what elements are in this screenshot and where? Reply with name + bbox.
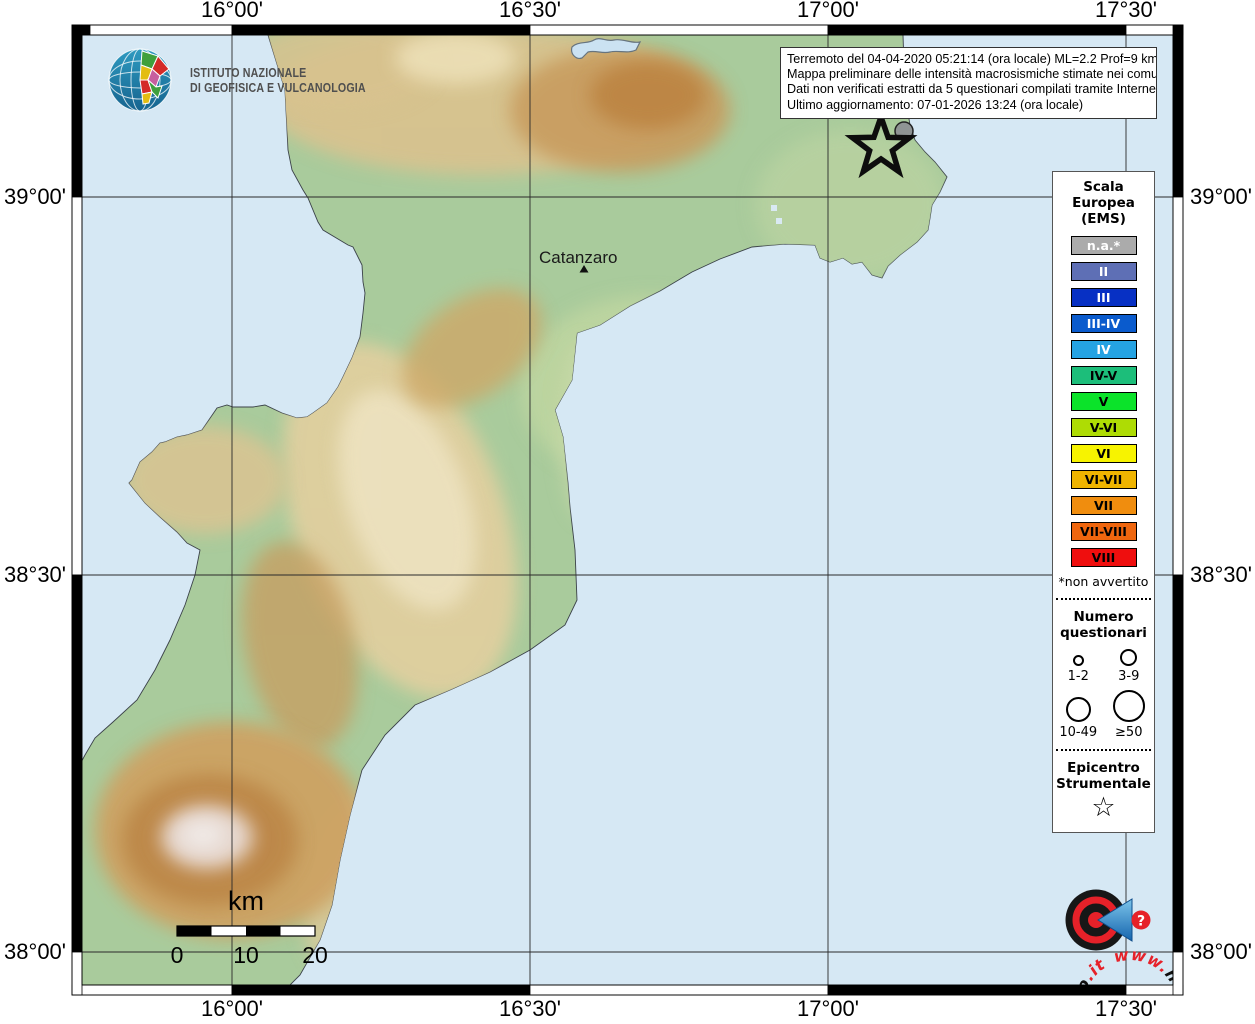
lon-bottom-4: 17°30' [1095, 996, 1157, 1021]
legend-title-1: Scala [1083, 179, 1124, 195]
size-key-50plus: ≥50 [1104, 690, 1155, 740]
legend-title-3: (EMS) [1081, 211, 1126, 227]
info-line-map: Mappa preliminare delle intensità macros… [787, 67, 1157, 82]
legend-panel: Scala Europea (EMS) n.a.* II III III-IV IV IV… [1052, 171, 1155, 833]
lon-top-2: 16°30' [499, 0, 561, 22]
ems-chip-iii: III [1070, 288, 1137, 307]
ems-chip-vi-vii: VI-VII [1070, 470, 1137, 489]
divider [1056, 598, 1151, 600]
circle-icon-xlarge [1112, 690, 1145, 722]
ems-chip-v: V [1070, 392, 1137, 411]
ingv-line1: ISTITUTO NAZIONALE [190, 65, 307, 80]
scale-tick-10: 10 [233, 942, 259, 968]
ems-chip-ii: II [1070, 262, 1137, 281]
size-key-1-2: 1-2 [1053, 655, 1104, 684]
ems-chip-n-a-: n.a.* [1070, 236, 1137, 255]
info-line-data: Dati non verificati estratti da 5 questi… [787, 82, 1157, 97]
ems-chip-vii: VII [1070, 496, 1137, 515]
ems-chip-iv: IV [1070, 340, 1137, 359]
lon-bottom-1: 16°00' [201, 996, 263, 1021]
scale-tick-20: 20 [302, 942, 328, 968]
lon-top-4: 17°30' [1095, 0, 1157, 22]
lat-right-1: 39°00' [1190, 184, 1252, 209]
circle-icon-small [1072, 655, 1084, 666]
lon-top-1: 16°00' [201, 0, 263, 22]
lat-left-3: 38°00' [4, 939, 66, 964]
ingv-wordmark: ISTITUTO NAZIONALE DI GEOFISICA E VULCAN… [190, 65, 366, 95]
small-reservoir [776, 218, 782, 224]
ems-chip-viii: VIII [1070, 548, 1137, 567]
ems-chip-vii-viii: VII-VIII [1070, 522, 1137, 541]
epicenter-title-1: Epicentro [1067, 760, 1140, 776]
ingv-macroseismic-map-page: Catanzaro km 0 10 20 ? www.h ise mo .it … [0, 0, 1255, 1024]
circle-icon-medium [1120, 649, 1138, 666]
questionnaires-title-1: Numero [1073, 609, 1134, 625]
lat-left-2: 38°30' [4, 562, 66, 587]
lat-right-2: 38°30' [1190, 562, 1252, 587]
ingv-line2: DI GEOFISICA E VULCANOLOGIA [190, 80, 366, 95]
ems-scale-list: n.a.* II III III-IV IV IV-V V V-VI VI VI-VII VII VI… [1053, 236, 1154, 567]
legend-footnote: *non avvertito [1058, 574, 1149, 589]
lat-left-1: 39°00' [4, 184, 66, 209]
circle-icon-large [1065, 697, 1091, 722]
ingv-logo: ISTITUTO NAZIONALE DI GEOFISICA E VULCAN… [102, 42, 404, 118]
lon-bottom-3: 17°00' [797, 996, 859, 1021]
lon-bottom-2: 16°30' [499, 996, 561, 1021]
ems-chip-iv-v: IV-V [1070, 366, 1137, 385]
ingv-globe-icon [108, 48, 172, 112]
lat-right-3: 38°00' [1190, 939, 1252, 964]
epicenter-title-2: Strumentale [1056, 776, 1151, 792]
info-line-updated: Ultimo aggiornamento: 07-01-2026 13:24 (… [787, 97, 1084, 112]
legend-title-2: Europea [1072, 195, 1135, 211]
epicenter-star-key-icon: ☆ [1091, 792, 1116, 823]
questionnaire-size-key: 1-2 3-9 10-49 ≥50 [1053, 649, 1154, 740]
lon-top-3: 17°00' [797, 0, 859, 22]
map-interior: Catanzaro km 0 10 20 ? www.h ise mo .it [82, 35, 1173, 985]
scale-tick-0: 0 [171, 942, 184, 968]
ems-chip-v-vi: V-VI [1070, 418, 1137, 437]
size-key-3-9: 3-9 [1104, 649, 1155, 684]
city-label: Catanzaro [539, 248, 617, 267]
earthquake-info-box: Terremoto del 04-04-2020 05:21:14 (ora l… [780, 47, 1157, 119]
info-line-event: Terremoto del 04-04-2020 05:21:14 (ora l… [787, 52, 1157, 66]
ems-chip-vi: VI [1070, 444, 1137, 463]
question-mark: ? [1137, 914, 1145, 930]
questionnaires-title-2: questionari [1060, 625, 1147, 641]
divider [1056, 749, 1151, 751]
scale-bar-unit: km [228, 886, 264, 916]
ems-chip-iii-iv: III-IV [1070, 314, 1137, 333]
size-key-10-49: 10-49 [1053, 697, 1104, 740]
small-reservoir [771, 205, 777, 211]
